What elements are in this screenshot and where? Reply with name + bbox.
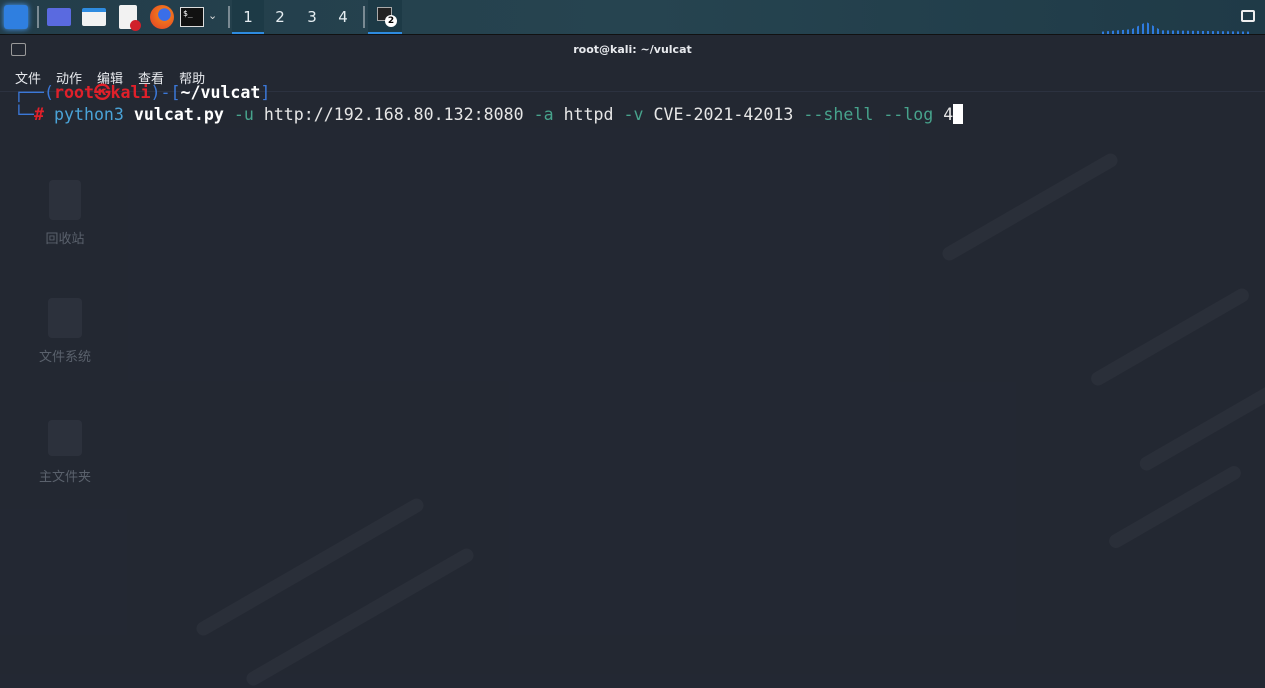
text-editor-icon[interactable] xyxy=(119,5,141,31)
command-line: └─# python3 vulcat.py -u http://192.168.… xyxy=(14,104,964,126)
window-count-badge: 2 xyxy=(385,15,397,27)
firefox-icon[interactable] xyxy=(150,5,174,29)
window-title: root@kali: ~/vulcat xyxy=(573,43,692,56)
show-desktop-icon[interactable] xyxy=(47,8,71,26)
desktop-trash[interactable]: 回收站 xyxy=(30,180,100,247)
network-icon[interactable] xyxy=(1241,10,1255,22)
text-cursor xyxy=(953,104,964,124)
terminal-output[interactable]: ┌──(root㉿kali)-[~/vulcat] └─# python3 vul… xyxy=(14,82,964,126)
desktop-home[interactable]: 主文件夹 xyxy=(30,420,100,485)
workspace-2[interactable]: 2 xyxy=(264,0,296,34)
workspace-1[interactable]: 1 xyxy=(232,0,264,34)
desktop-filesystem[interactable]: 文件系统 xyxy=(30,298,100,365)
task-terminal[interactable]: 2 xyxy=(368,0,402,34)
network-graph xyxy=(1102,22,1250,34)
kali-menu-icon[interactable] xyxy=(4,5,28,29)
prompt-line: ┌──(root㉿kali)-[~/vulcat] xyxy=(14,83,271,102)
taskbar: $_ ⌄ 1 2 3 4 2 xyxy=(0,0,1265,35)
file-manager-icon[interactable] xyxy=(82,8,106,26)
workspace-3[interactable]: 3 xyxy=(296,0,328,34)
chevron-down-icon[interactable]: ⌄ xyxy=(208,9,217,22)
terminal-window: root@kali: ~/vulcat 文件 动作 编辑 查看 帮助 xyxy=(0,36,1265,674)
title-bar: root@kali: ~/vulcat xyxy=(0,36,1265,64)
terminal-launcher-icon[interactable]: $_ xyxy=(180,7,204,27)
workspace-4[interactable]: 4 xyxy=(327,0,359,34)
